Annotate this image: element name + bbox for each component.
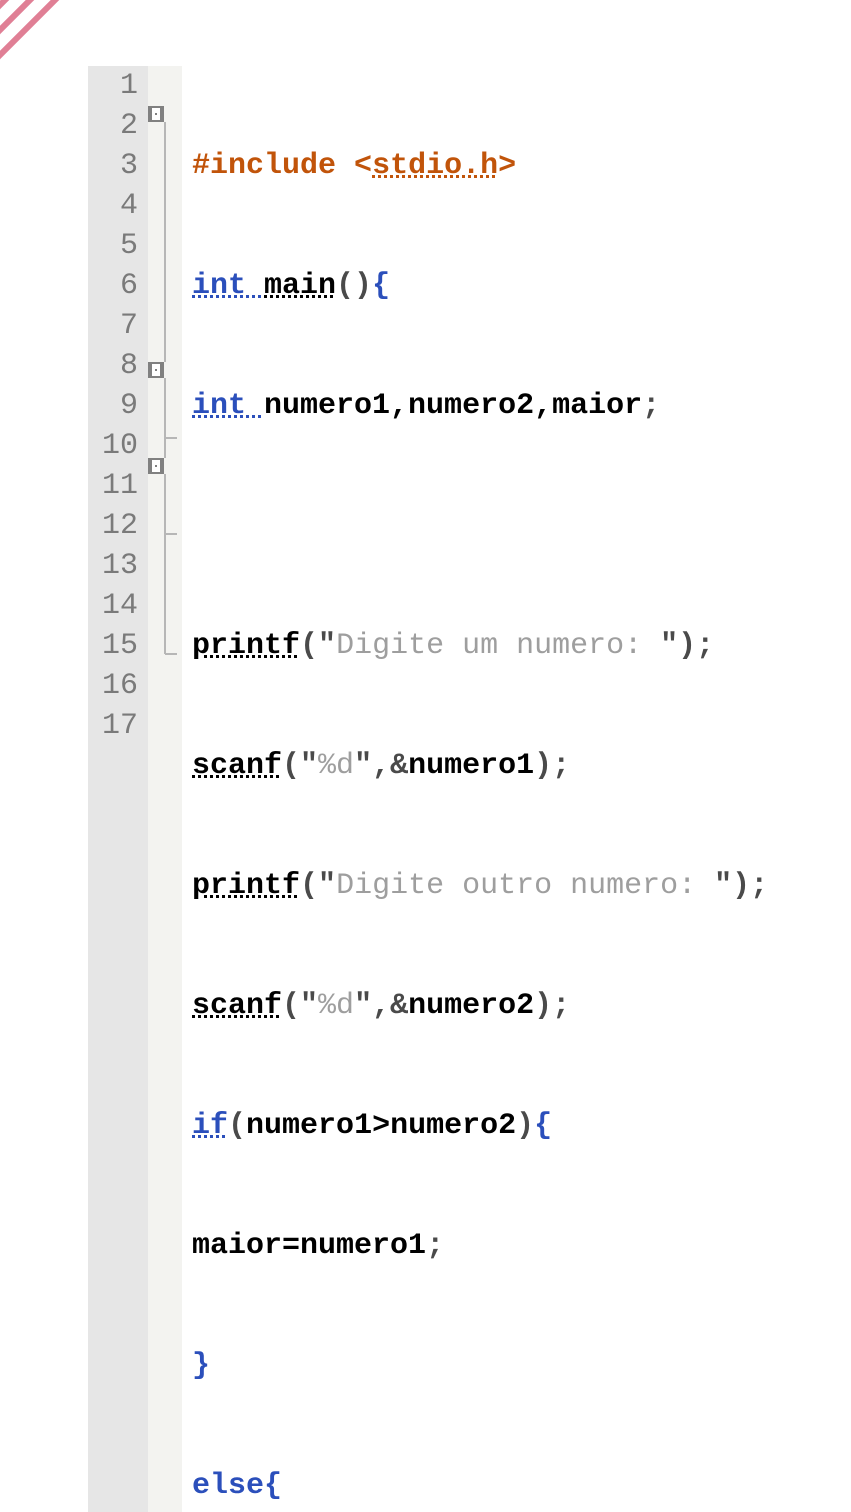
line-number: 11	[102, 466, 138, 506]
code-line: int numero1,numero2,maior;	[192, 386, 768, 426]
code-area: #include <stdio.h> int main(){ int numer…	[182, 66, 768, 1512]
fold-cell[interactable]	[148, 106, 164, 122]
code-line: if(numero1>numero2){	[192, 1106, 768, 1146]
fold-cell	[148, 322, 182, 362]
line-number: 8	[102, 346, 138, 386]
fold-cell	[148, 282, 182, 322]
fold-cell[interactable]	[148, 458, 164, 474]
code-line: scanf("%d",&numero2);	[192, 986, 768, 1026]
fold-toggle-icon[interactable]	[150, 106, 162, 122]
line-number: 6	[102, 266, 138, 306]
line-number: 15	[102, 626, 138, 666]
fold-cell	[148, 66, 182, 106]
fold-cell	[148, 634, 182, 674]
fold-cell[interactable]	[148, 362, 164, 378]
line-number: 7	[102, 306, 138, 346]
line-number-gutter: 1 2 3 4 5 6 7 8 9 10 11 12 13 14 15 16 1…	[88, 66, 148, 1512]
code-line: int main(){	[192, 266, 768, 306]
fold-toggle-icon[interactable]	[150, 458, 162, 474]
line-number: 17	[102, 706, 138, 746]
fold-cell	[148, 594, 182, 634]
line-number: 4	[102, 186, 138, 226]
code-line: printf("Digite outro numero: ");	[192, 866, 768, 906]
fold-cell	[148, 474, 182, 514]
code-editor: 1 2 3 4 5 6 7 8 9 10 11 12 13 14 15 16 1…	[88, 66, 768, 1512]
line-number: 5	[102, 226, 138, 266]
line-number: 14	[102, 586, 138, 626]
line-number: 10	[102, 426, 138, 466]
code-line	[192, 506, 768, 546]
line-number: 3	[102, 146, 138, 186]
line-number: 2	[102, 106, 138, 146]
fold-cell	[148, 162, 182, 202]
fold-cell	[148, 554, 182, 594]
fold-cell	[148, 418, 182, 458]
fold-cell	[148, 242, 182, 282]
code-line: maior=numero1;	[192, 1226, 768, 1266]
fold-cell	[148, 202, 182, 242]
line-number: 1	[102, 66, 138, 106]
fold-cell	[148, 514, 182, 554]
line-number: 9	[102, 386, 138, 426]
line-number: 13	[102, 546, 138, 586]
code-line: printf("Digite um numero: ");	[192, 626, 768, 666]
fold-column	[148, 66, 182, 1512]
line-number: 16	[102, 666, 138, 706]
line-number: 12	[102, 506, 138, 546]
code-line: else{	[192, 1466, 768, 1506]
code-line: #include <stdio.h>	[192, 146, 768, 186]
code-line: scanf("%d",&numero1);	[192, 746, 768, 786]
fold-toggle-icon[interactable]	[150, 362, 162, 378]
fold-cell	[148, 122, 182, 162]
fold-cell	[148, 378, 182, 418]
code-line: }	[192, 1346, 768, 1386]
